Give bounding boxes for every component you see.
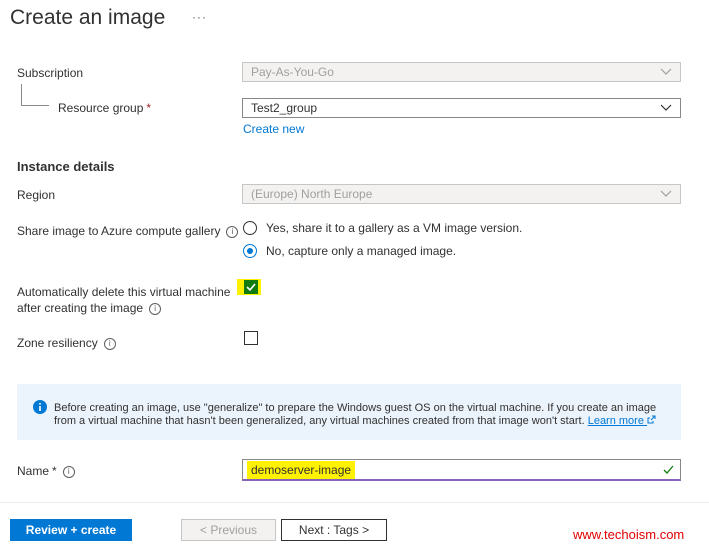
- required-marker: *: [146, 101, 152, 115]
- chevron-down-icon: [660, 68, 672, 75]
- resource-group-value: Test2_group: [251, 101, 318, 115]
- auto-delete-label-line1: Automatically delete this virtual machin…: [17, 285, 231, 299]
- create-new-link[interactable]: Create new: [243, 122, 304, 136]
- subscription-label: Subscription: [17, 66, 84, 80]
- next-tags-button[interactable]: Next : Tags >: [281, 519, 387, 541]
- tree-connector: [21, 84, 22, 106]
- zone-resiliency-label-text: Zone resiliency: [17, 336, 98, 350]
- region-value: (Europe) North Europe: [251, 187, 373, 201]
- auto-delete-label-line2: after creating the image: [17, 301, 144, 315]
- required-marker: *: [52, 464, 57, 478]
- subscription-select: Pay-As-You-Go: [242, 62, 681, 82]
- chevron-down-icon: [660, 104, 672, 111]
- more-options-button[interactable]: ···: [192, 10, 207, 24]
- checkmark-icon: [246, 283, 256, 292]
- previous-button[interactable]: < Previous: [181, 519, 276, 541]
- subscription-value: Pay-As-You-Go: [251, 65, 334, 79]
- info-icon[interactable]: i: [149, 302, 162, 315]
- info-filled-icon: [33, 400, 47, 414]
- info-icon[interactable]: i: [103, 337, 116, 350]
- learn-more-text[interactable]: Learn more: [588, 415, 644, 427]
- share-gallery-label-text: Share image to Azure compute gallery: [17, 224, 221, 238]
- learn-more-link[interactable]: Learn more: [588, 415, 656, 427]
- name-value[interactable]: demoserver-image: [247, 461, 356, 479]
- resource-group-select[interactable]: Test2_group: [242, 98, 681, 118]
- valid-check-icon: [663, 465, 674, 474]
- banner-text: Before creating an image, use "generaliz…: [54, 402, 657, 427]
- region-select: (Europe) North Europe: [242, 184, 681, 204]
- watermark: www.techoism.com: [573, 527, 685, 542]
- zone-resiliency-label: Zone resiliency i: [17, 336, 116, 350]
- banner-message: Before creating an image, use "generaliz…: [54, 402, 674, 428]
- footer-divider: [0, 502, 709, 503]
- auto-delete-label: Automatically delete this virtual machin…: [17, 284, 230, 316]
- name-input[interactable]: demoserver-image: [242, 459, 681, 481]
- instance-details-heading: Instance details: [17, 159, 115, 174]
- resource-group-label-text: Resource group: [58, 101, 144, 115]
- auto-delete-checkbox[interactable]: [244, 280, 258, 294]
- share-gallery-label: Share image to Azure compute gallery i: [17, 224, 239, 238]
- page-title: Create an image: [10, 6, 166, 29]
- review-create-button[interactable]: Review + create: [10, 519, 132, 541]
- chevron-down-icon: [660, 190, 672, 197]
- share-no-radio[interactable]: [243, 244, 257, 258]
- share-yes-label[interactable]: Yes, share it to a gallery as a VM image…: [266, 221, 522, 235]
- name-label-text: Name: [17, 464, 50, 478]
- share-no-label[interactable]: No, capture only a managed image.: [266, 244, 456, 258]
- share-yes-radio[interactable]: [243, 221, 257, 235]
- region-label: Region: [17, 188, 56, 202]
- info-icon[interactable]: i: [62, 465, 75, 478]
- name-label: Name * i: [17, 464, 75, 478]
- zone-resiliency-checkbox[interactable]: [244, 331, 258, 345]
- resource-group-label: Resource group *: [58, 101, 151, 115]
- info-icon[interactable]: i: [226, 225, 239, 238]
- tree-connector-horizontal: [21, 105, 49, 106]
- external-link-icon: [647, 415, 656, 424]
